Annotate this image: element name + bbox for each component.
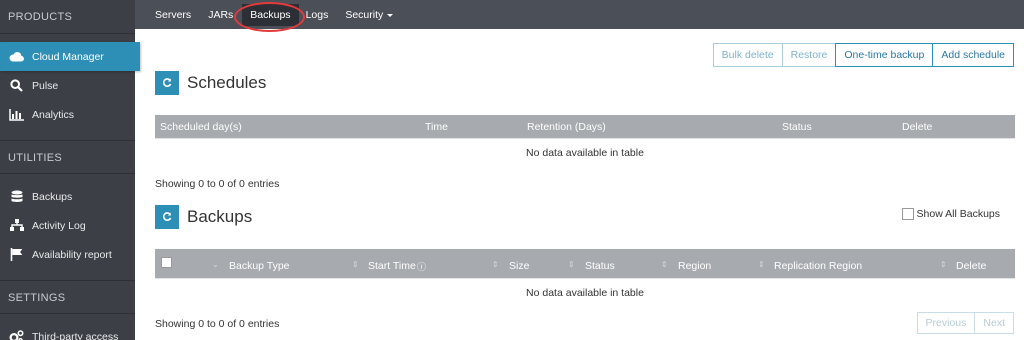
bulk-delete-button[interactable]: Bulk delete [712, 43, 783, 67]
col-status[interactable]: Status [782, 121, 812, 133]
sidebar-item-label: Backups [32, 190, 73, 203]
sidebar-item-availability-report[interactable]: Availability report [0, 240, 135, 269]
tab-jars[interactable]: JARs [208, 9, 233, 21]
gears-icon [8, 330, 25, 340]
sidebar-item-label: Pulse [32, 79, 59, 92]
show-all-backups-label: Show All Backups [916, 208, 1000, 220]
tab-security-label: Security [345, 8, 384, 21]
backups-empty-message: No data available in table [155, 278, 1015, 304]
sort-icon: ⇕ [758, 260, 765, 269]
backups-table: ⌄ Backup Type ⇕ Start Time ⓘ ⇕ Size ⇕ St… [155, 249, 1015, 304]
tab-logs[interactable]: Logs [306, 9, 329, 21]
one-time-backup-button[interactable]: One-time backup [835, 43, 934, 67]
refresh-icon [162, 78, 172, 87]
schedules-header: Schedules [155, 71, 266, 95]
search-icon [8, 79, 25, 93]
help-icon[interactable]: ⓘ [417, 260, 426, 273]
sidebar-item-label: Activity Log [32, 219, 86, 232]
col-size[interactable]: Size [509, 260, 529, 272]
sort-icon: ⇕ [661, 260, 668, 269]
sidebar-item-pulse[interactable]: Pulse [0, 71, 135, 100]
tab-servers[interactable]: Servers [155, 9, 191, 21]
sidebar-item-cloud-manager[interactable]: Cloud Manager [0, 42, 140, 71]
sidebar-item-analytics[interactable]: Analytics [0, 100, 135, 129]
refresh-schedules-button[interactable] [155, 71, 179, 95]
sitemap-icon [8, 219, 25, 233]
tab-security[interactable]: Security [345, 8, 394, 21]
select-all-checkbox[interactable] [161, 257, 172, 268]
schedules-table: Scheduled day(s) Time Retention (Days) S… [155, 115, 1015, 164]
top-nav: Servers JARs Backups Logs Security [135, 0, 1024, 29]
show-all-backups-checkbox[interactable] [901, 208, 914, 220]
pagination: Previous Next [916, 312, 1014, 334]
sidebar-section-products: PRODUCTS [0, 0, 135, 34]
col-backup-type[interactable]: Backup Type [229, 260, 290, 272]
schedule-actions: Bulk delete Restore One-time backup Add … [712, 43, 1014, 67]
sidebar: PRODUCTS Cloud Manager Pulse Analytics U… [0, 0, 140, 340]
backups-entries-info: Showing 0 to 0 of 0 entries [155, 318, 280, 330]
sort-icon: ⇕ [352, 260, 359, 269]
sort-icon: ⌄ [212, 260, 219, 269]
sidebar-section-utilities: UTILITIES [0, 140, 135, 174]
restore-button[interactable]: Restore [781, 43, 837, 67]
schedules-table-header: Scheduled day(s) Time Retention (Days) S… [155, 115, 1015, 138]
sort-icon: ⇕ [492, 260, 499, 269]
col-region[interactable]: Region [678, 260, 711, 272]
backups-table-header: ⌄ Backup Type ⇕ Start Time ⓘ ⇕ Size ⇕ St… [155, 249, 1015, 278]
show-all-backups[interactable]: Show All Backups [901, 208, 1000, 220]
col-delete[interactable]: Delete [956, 260, 986, 272]
tab-backups[interactable]: Backups [242, 3, 299, 26]
sidebar-item-third-party-access[interactable]: Third-party access [0, 322, 135, 340]
refresh-icon [162, 212, 172, 221]
database-icon [8, 190, 25, 204]
backups-header: Backups [155, 205, 252, 229]
col-time[interactable]: Time [425, 121, 448, 133]
sort-icon: ⇕ [568, 260, 575, 269]
sidebar-item-backups[interactable]: Backups [0, 182, 135, 211]
previous-page-button[interactable]: Previous [916, 312, 976, 334]
sidebar-item-activity-log[interactable]: Activity Log [0, 211, 135, 240]
backups-title: Backups [187, 207, 253, 226]
next-page-button[interactable]: Next [974, 312, 1014, 334]
flag-icon [8, 248, 25, 262]
col-status[interactable]: Status [585, 260, 615, 272]
refresh-backups-button[interactable] [155, 205, 179, 229]
bar-chart-icon [8, 108, 25, 122]
sidebar-section-settings: SETTINGS [0, 280, 135, 314]
schedules-entries-info: Showing 0 to 0 of 0 entries [155, 178, 280, 190]
sidebar-item-label: Availability report [32, 248, 112, 261]
col-replication-region[interactable]: Replication Region [774, 260, 862, 272]
cloud-icon [8, 50, 25, 64]
schedules-title: Schedules [187, 73, 267, 92]
sidebar-item-label: Cloud Manager [32, 50, 104, 63]
caret-down-icon [387, 13, 394, 17]
sidebar-item-label: Analytics [32, 108, 75, 121]
sort-icon: ⇕ [940, 260, 947, 269]
add-schedule-button[interactable]: Add schedule [932, 43, 1014, 67]
col-scheduled-days[interactable]: Scheduled day(s) [160, 121, 242, 133]
schedules-empty-message: No data available in table [155, 138, 1015, 164]
col-start-time[interactable]: Start Time [368, 260, 416, 272]
sidebar-item-label: Third-party access [32, 330, 119, 340]
col-delete[interactable]: Delete [902, 121, 932, 133]
col-retention[interactable]: Retention (Days) [527, 121, 606, 133]
